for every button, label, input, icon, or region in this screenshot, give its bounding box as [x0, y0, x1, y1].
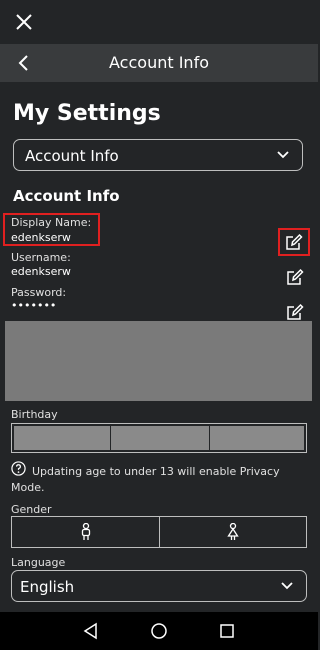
edit-icon[interactable]	[285, 302, 305, 322]
page-title: My Settings	[13, 101, 161, 126]
username-label: Username:	[11, 251, 71, 264]
settings-dropdown-value: Account Info	[25, 147, 119, 165]
nav-home-icon[interactable]	[150, 622, 168, 640]
birthday-year-select[interactable]	[210, 426, 304, 450]
header-title: Account Info	[109, 53, 209, 72]
gender-male-button[interactable]	[12, 517, 160, 547]
birthday-label: Birthday	[11, 408, 58, 421]
password-label: Password:	[11, 286, 67, 299]
gender-selector	[11, 516, 307, 548]
display-name-label: Display Name:	[11, 216, 92, 229]
birthday-day-select[interactable]	[111, 426, 210, 450]
gender-female-button[interactable]	[160, 517, 306, 547]
gender-label: Gender	[11, 503, 52, 516]
close-icon[interactable]	[12, 10, 36, 34]
language-dropdown[interactable]: English	[11, 570, 307, 602]
header-bar: Account Info	[0, 44, 318, 82]
birthday-selector	[11, 423, 307, 453]
female-icon	[227, 523, 239, 540]
nav-recents-icon[interactable]	[219, 623, 235, 639]
username-value: edenkserw	[11, 265, 71, 278]
section-title: Account Info	[13, 187, 120, 205]
settings-dropdown[interactable]: Account Info	[13, 139, 303, 171]
top-bar	[0, 0, 318, 44]
edit-icon[interactable]	[284, 232, 304, 252]
system-nav-bar	[0, 612, 318, 650]
redacted-block	[5, 321, 312, 401]
edit-icon[interactable]	[285, 267, 305, 287]
chevron-down-icon	[281, 582, 293, 590]
birthday-month-select[interactable]	[14, 426, 111, 450]
language-label: Language	[11, 556, 66, 569]
privacy-note: Updating age to under 13 will enable Pri…	[11, 465, 280, 494]
male-icon	[81, 523, 90, 540]
language-value: English	[20, 578, 75, 596]
display-name-value: edenkserw	[11, 231, 71, 244]
password-value: •••••••	[11, 299, 57, 312]
nav-back-icon[interactable]	[82, 622, 100, 640]
chevron-down-icon	[277, 151, 289, 159]
